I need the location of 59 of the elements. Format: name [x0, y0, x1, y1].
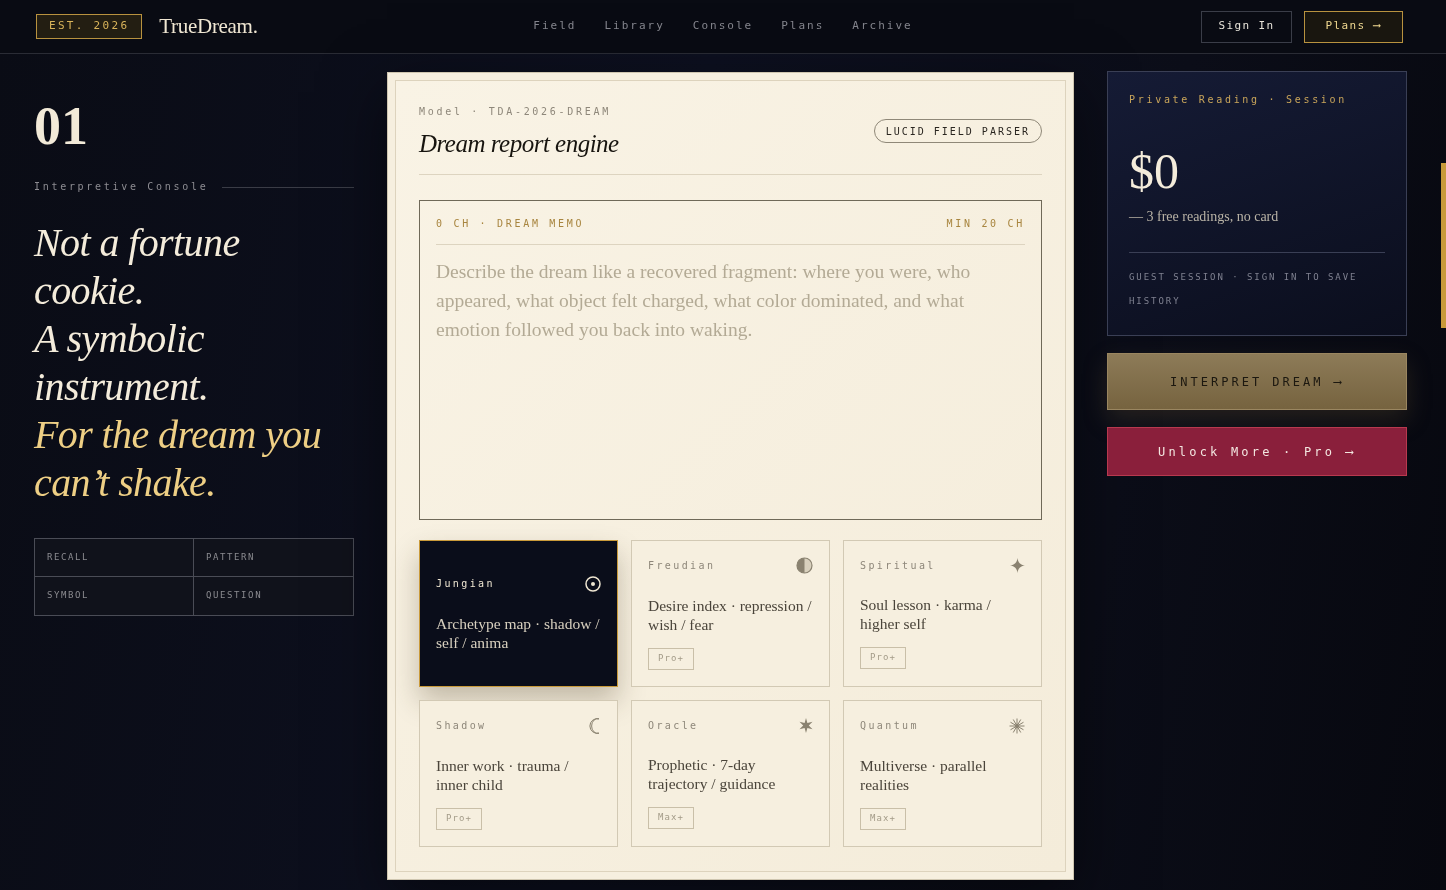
- lens-option[interactable]: Oracle Prophetic · 7-day trajectory / guidance Max+: [631, 700, 830, 847]
- lens-name: Freudian: [648, 558, 716, 573]
- scrollbar-thumb[interactable]: [1441, 163, 1446, 328]
- crescent-moon-icon: [588, 717, 601, 734]
- price-note: — 3 free readings, no card: [1129, 208, 1280, 226]
- tier-tag: Max+: [860, 807, 907, 830]
- character-count: 0 CH · DREAM MEMO: [436, 217, 585, 231]
- half-circle-icon: [796, 557, 813, 574]
- headline-line: For the dream you can’t shake.: [34, 411, 323, 507]
- logo-wordmark[interactable]: TrueDream.: [159, 10, 258, 43]
- console-eyebrow: Interpretive Console: [34, 180, 209, 194]
- lens-description: Multiverse · parallel realities: [860, 755, 988, 794]
- section-number: 01: [34, 99, 88, 153]
- model-label: Model · TDA-2026-DREAM: [419, 105, 612, 119]
- nav-link[interactable]: Field: [533, 18, 577, 35]
- mode-label: PATTERN: [194, 539, 353, 577]
- lens-description: Archetype map · shadow / self / anima: [436, 613, 601, 652]
- dream-memo-input[interactable]: Describe the dream like a recovered fragment: where you were, who appeared, what object felt charged, what color dominated, and what emotion followed you back into waking.: [436, 257, 1025, 505]
- lens-description: Inner work · trauma / inner child: [436, 755, 570, 794]
- six-point-star-icon: [799, 718, 813, 733]
- lens-name: Quantum: [860, 718, 919, 733]
- nav-link[interactable]: Plans: [781, 18, 825, 35]
- mode-label: SYMBOL: [35, 577, 194, 615]
- nav-link[interactable]: Archive: [852, 18, 913, 35]
- tier-tag: Pro+: [648, 648, 695, 670]
- nav-link[interactable]: Console: [692, 18, 754, 35]
- lens-option[interactable]: Spiritual Soul lesson · karma / higher self Pro+: [843, 540, 1042, 687]
- session-eyebrow: Private Reading · Session: [1129, 93, 1348, 107]
- lens-name: Shadow: [436, 718, 487, 733]
- price: $0: [1129, 146, 1179, 196]
- headline-line: A symbolic instrument.: [34, 315, 210, 411]
- nav-link[interactable]: Library: [604, 18, 665, 35]
- lens-description: Prophetic · 7-day trajectory / guidance: [648, 755, 777, 793]
- lens-name: Oracle: [648, 718, 699, 733]
- engine-title: Dream report engine: [419, 129, 619, 159]
- interpret-button[interactable]: INTERPRET DREAM ⟶: [1107, 353, 1407, 410]
- established-badge: EST. 2026: [36, 14, 143, 39]
- lens-description: Soul lesson · karma / higher self: [860, 595, 992, 633]
- lens-option[interactable]: Freudian Desire index · repression / wish / fear Pro+: [631, 540, 830, 687]
- minimum-length: MIN 20 CH: [946, 217, 1025, 231]
- tier-tag: Max+: [648, 807, 695, 829]
- lens-option[interactable]: Jungian Archetype map · shadow / self / anima: [419, 540, 618, 687]
- lens-name: Spiritual: [860, 558, 936, 573]
- tier-tag: Pro+: [860, 647, 907, 669]
- mode-label: RECALL: [35, 539, 194, 577]
- lens-name: Jungian: [436, 576, 495, 591]
- sparkle-icon: [1010, 558, 1025, 573]
- tier-tag: Pro+: [436, 807, 483, 830]
- session-status: GUEST SESSION · SIGN IN TO SAVE HISTORY: [1129, 271, 1359, 308]
- target-icon: [585, 575, 601, 592]
- unlock-pro-button[interactable]: Unlock More · Pro ⟶: [1107, 427, 1407, 476]
- headline-line: Not a fortune cookie.: [34, 219, 241, 315]
- mode-label: QUESTION: [205, 589, 264, 603]
- lens-option[interactable]: Shadow Inner work · trauma / inner child Pro+: [419, 700, 618, 847]
- plans-button[interactable]: Plans ⟶: [1304, 10, 1403, 43]
- sunburst-icon: [1009, 717, 1025, 734]
- lens-description: Desire index · repression / wish / fear: [648, 596, 813, 634]
- lens-option[interactable]: Quantum Multiverse · parallel realities Max+: [843, 700, 1042, 847]
- sign-in-button[interactable]: Sign In: [1201, 10, 1292, 43]
